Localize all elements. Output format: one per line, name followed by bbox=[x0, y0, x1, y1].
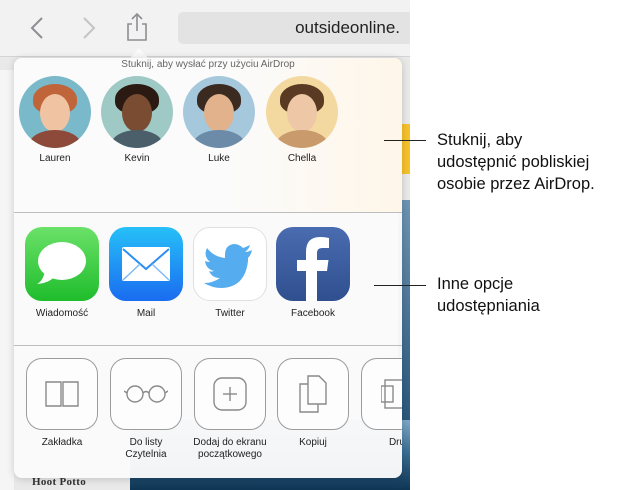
action-reading-list[interactable]: Do listy Czytelnia bbox=[105, 358, 187, 461]
action-label: Dodaj do ekranu początkowego bbox=[193, 437, 267, 460]
callout-airdrop: Stuknij, aby udostępnić pobliskiej osobi… bbox=[437, 131, 595, 193]
avatar bbox=[101, 76, 173, 148]
share-icon bbox=[127, 12, 147, 41]
twitter-icon bbox=[193, 227, 267, 301]
avatar bbox=[183, 76, 255, 148]
app-label: Mail bbox=[136, 308, 156, 319]
messages-icon bbox=[25, 227, 99, 301]
print-icon bbox=[361, 358, 402, 430]
share-apps-row: Wiadomość Mail Twitter Facebook bbox=[14, 213, 402, 345]
share-actions-row: Zakładka Do listy Czytelnia Dodaj do ekr… bbox=[14, 346, 402, 478]
facebook-icon bbox=[276, 227, 350, 301]
share-app-twitter[interactable]: Twitter bbox=[189, 227, 271, 319]
airdrop-section: Stuknij, aby wysłać przy użyciu AirDrop … bbox=[14, 58, 402, 212]
chevron-left-icon bbox=[30, 17, 43, 39]
popover-arrow bbox=[130, 48, 148, 58]
avatar bbox=[19, 76, 91, 148]
browser-toolbar: outsideonline. bbox=[0, 0, 410, 57]
app-label: Twitter bbox=[215, 308, 245, 319]
action-label: Zakładka bbox=[41, 437, 83, 448]
action-bookmark[interactable]: Zakładka bbox=[21, 358, 103, 449]
share-app-mail[interactable]: Mail bbox=[105, 227, 187, 319]
glasses-icon bbox=[110, 358, 182, 430]
share-app-facebook[interactable]: Facebook bbox=[272, 227, 354, 319]
action-label: Kopiuj bbox=[299, 437, 327, 448]
book-icon bbox=[26, 358, 98, 430]
share-sheet: Stuknij, aby wysłać przy użyciu AirDrop … bbox=[14, 58, 402, 478]
person-name: Chella bbox=[287, 153, 317, 164]
person-name: Luke bbox=[208, 153, 230, 164]
airdrop-person-luke[interactable]: Luke bbox=[181, 76, 257, 164]
callout-line-airdrop bbox=[384, 140, 426, 141]
callout-line-other bbox=[374, 285, 426, 286]
app-label: Wiadomość bbox=[35, 308, 89, 319]
share-app-messages[interactable]: Wiadomość bbox=[21, 227, 103, 319]
app-label: Facebook bbox=[291, 308, 335, 319]
airdrop-person-lauren[interactable]: Lauren bbox=[17, 76, 93, 164]
action-print[interactable]: Dru bbox=[356, 358, 402, 449]
airdrop-hint: Stuknij, aby wysłać przy użyciu AirDrop bbox=[121, 59, 295, 70]
action-copy[interactable]: Kopiuj bbox=[272, 358, 354, 449]
chevron-right-icon bbox=[83, 17, 96, 39]
share-button[interactable] bbox=[123, 10, 151, 44]
callout-other-options: Inne opcje udostępniania bbox=[437, 275, 540, 315]
address-bar[interactable]: outsideonline. bbox=[178, 12, 410, 44]
action-label: Do listy Czytelnia bbox=[125, 437, 167, 460]
airdrop-person-chella[interactable]: Chella bbox=[264, 76, 340, 164]
add-icon bbox=[194, 358, 266, 430]
mail-icon bbox=[109, 227, 183, 301]
person-name: Lauren bbox=[39, 153, 71, 164]
page-margin bbox=[0, 70, 14, 490]
action-label: Dru bbox=[388, 437, 402, 448]
back-button[interactable] bbox=[24, 14, 50, 42]
airdrop-person-kevin[interactable]: Kevin bbox=[99, 76, 175, 164]
forward-button[interactable] bbox=[76, 14, 102, 42]
person-name: Kevin bbox=[124, 153, 150, 164]
copy-icon bbox=[277, 358, 349, 430]
avatar bbox=[266, 76, 338, 148]
action-add-home-screen[interactable]: Dodaj do ekranu początkowego bbox=[189, 358, 271, 461]
